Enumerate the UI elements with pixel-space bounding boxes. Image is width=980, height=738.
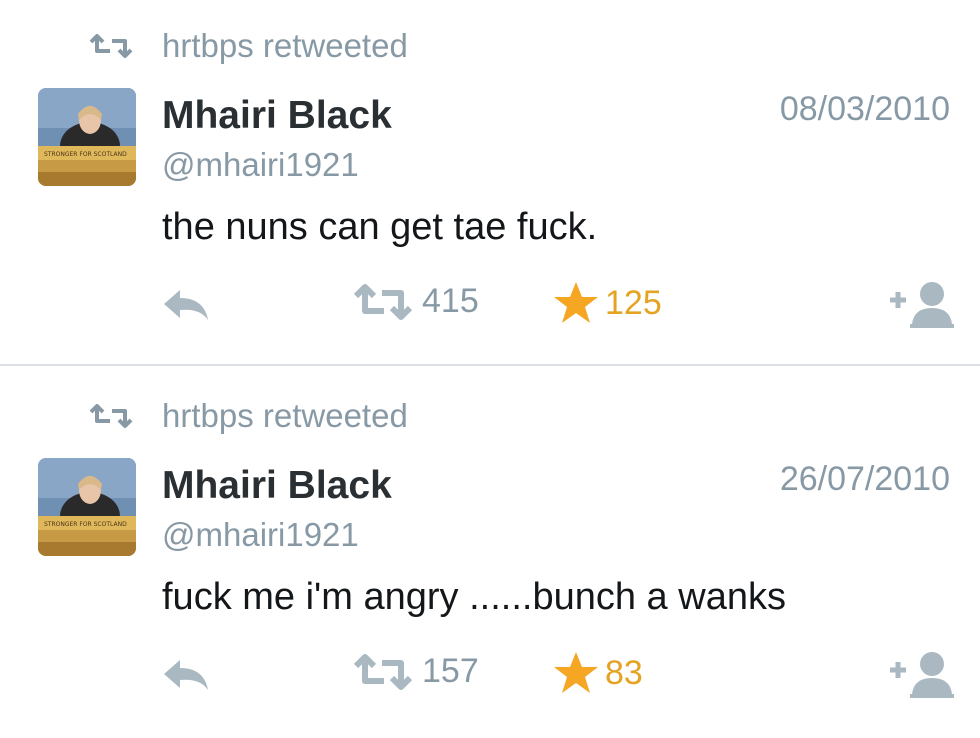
tweet-date: 08/03/2010 (779, 90, 950, 128)
retweet-icon (353, 653, 413, 690)
tweet-divider (0, 364, 980, 366)
star-icon (554, 282, 598, 323)
reply-icon[interactable] (160, 286, 212, 324)
retweet-count: 157 (422, 652, 479, 690)
tweet-actions: 415 125 (0, 278, 980, 334)
retweet-icon (89, 34, 133, 58)
author-handle[interactable]: @mhairi1921 (162, 146, 359, 184)
avatar[interactable]: STRONGER FOR SCOTLAND (38, 458, 136, 556)
star-icon (554, 652, 598, 693)
retweet-icon (89, 404, 133, 428)
author-handle[interactable]: @mhairi1921 (162, 516, 359, 554)
tweet-date: 26/07/2010 (779, 460, 950, 498)
author-name[interactable]: Mhairi Black (162, 94, 392, 138)
retweet-icon (353, 283, 413, 320)
avatar-sign-text: STRONGER FOR SCOTLAND (44, 151, 127, 158)
tweet-text: fuck me i'm angry ......bunch a wanks (162, 576, 786, 618)
favorite-button[interactable]: 83 (553, 650, 643, 696)
favorite-button[interactable]: 125 (553, 280, 662, 326)
retweet-count: 415 (422, 282, 479, 320)
retweet-context: hrtbps retweeted (88, 396, 408, 436)
avatar-sign-text: STRONGER FOR SCOTLAND (44, 521, 127, 528)
favorite-count: 125 (605, 283, 662, 322)
follow-icon[interactable] (886, 278, 958, 330)
tweet-item[interactable]: hrtbps retweeted STRONGER FOR SCOTLAND M… (0, 0, 980, 368)
retweeted-by-label: hrtbps retweeted (162, 397, 408, 434)
tweet-actions: 157 83 (0, 648, 980, 704)
reply-icon[interactable] (160, 656, 212, 694)
retweeted-by-label: hrtbps retweeted (162, 27, 408, 64)
retweet-context: hrtbps retweeted (88, 26, 408, 66)
follow-icon[interactable] (886, 648, 958, 700)
author-name[interactable]: Mhairi Black (162, 464, 392, 508)
retweet-button[interactable]: 415 (352, 282, 479, 321)
retweet-button[interactable]: 157 (352, 652, 479, 691)
tweet-text: the nuns can get tae fuck. (162, 206, 598, 248)
tweet-item[interactable]: hrtbps retweeted STRONGER FOR SCOTLAND M… (0, 370, 980, 738)
avatar[interactable]: STRONGER FOR SCOTLAND (38, 88, 136, 186)
favorite-count: 83 (605, 653, 643, 692)
